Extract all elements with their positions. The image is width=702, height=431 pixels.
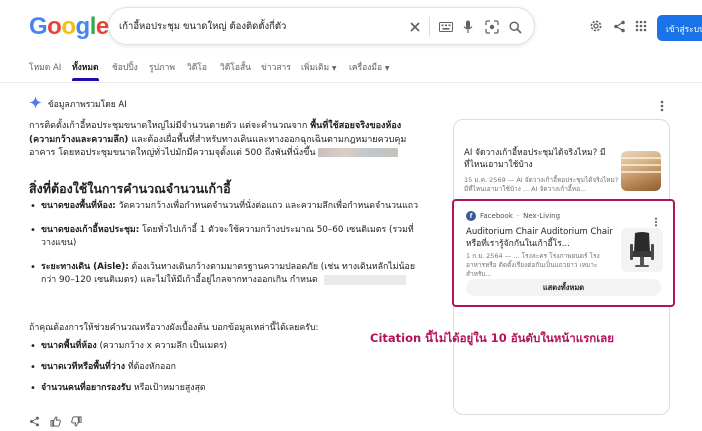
caret-down-icon: ▼ <box>331 65 337 72</box>
citation-thumbnail[interactable] <box>621 151 661 191</box>
tab-all[interactable]: ทั้งหมด <box>72 60 98 74</box>
list-item: ขนาดเวทีหรือพื้นที่ว่าง ที่ต้องหักออก <box>29 361 421 374</box>
tab-more[interactable]: เพิ่มเติม ▼ <box>301 60 336 74</box>
settings-gear-icon[interactable] <box>588 18 604 34</box>
citation-title[interactable]: AI จัดวางเก้าอี้หอประชุมได้จริงไหม? มีที… <box>464 148 622 171</box>
citation-snippet: 15 ม.ค. 2569 — AI จัดวางเก้าอี้หอประชุมไ… <box>464 176 619 193</box>
highlighted-citation-card[interactable]: f Facebook · Nex-Living Auditorium Chair… <box>452 199 675 307</box>
microphone-icon[interactable] <box>463 19 473 35</box>
tab-short-videos[interactable]: วิดีโอสั้น <box>220 60 251 74</box>
active-tab-indicator <box>72 78 99 81</box>
list-item-desc: วัดความกว้างเพื่อกำหนดจำนวนที่นั่งต่อแถว… <box>115 201 419 211</box>
facebook-icon: f <box>466 211 476 221</box>
list-item: ระยะทางเดิน (Aisle): ต้องเว้นทางเดินกว้า… <box>29 261 421 287</box>
tab-tools[interactable]: เครื่องมือ ▼ <box>349 60 389 74</box>
follow-up-intro: ถ้าคุณต้องการให้ช่วยคำนวณหรือวางผังเบื้อ… <box>29 323 319 333</box>
auditorium-chair-image[interactable] <box>621 228 663 272</box>
logo-letter: o <box>47 13 62 40</box>
citation-card[interactable]: AI จัดวางเก้าอี้หอประชุมได้จริงไหม? มีที… <box>464 148 622 194</box>
blurred-citation-chip <box>318 148 399 157</box>
tab-videos[interactable]: วิดีโอ <box>187 60 207 74</box>
ai-overview-label: ข้อมูลภาพรวมโดย AI <box>48 100 127 110</box>
list-item-desc: ที่ต้องหักออก <box>125 362 176 372</box>
list-item-desc: (ความกว้าง x ความลึก เป็นเมตร) <box>96 341 228 351</box>
list-item-term: ขนาดพื้นที่ห้อง <box>41 341 97 351</box>
tabs-divider <box>0 82 702 83</box>
list-item-term: ระยะทางเดิน (Aisle): <box>41 262 129 272</box>
caret-down-icon: ▼ <box>384 65 390 72</box>
list-item: ขนาดของเก้าอี้หอประชุม: โดยทั่วไปเก้าอี้… <box>29 224 421 250</box>
lens-camera-icon[interactable] <box>485 19 499 35</box>
logo-letter: G <box>29 13 48 40</box>
ai-sparkle-icon <box>29 96 42 112</box>
tab-more-label: เพิ่มเติม <box>301 63 330 73</box>
feedback-bar <box>29 412 82 431</box>
search-bar[interactable]: เก้าอี้หอประชุม ขนาดใหญ่ ต้องติดตั้งกี่ต… <box>108 7 535 45</box>
logo-letter: e <box>95 13 109 40</box>
list-item-term: จำนวนคนที่อยากรองรับ <box>41 383 132 393</box>
list-item-desc: หรือเป้าหมายสูงสุด <box>131 383 206 393</box>
annotation-overlay: Citation นี้ไม่ได้อยู่ใน 10 อันดับในหน้า… <box>370 331 614 345</box>
citation-author: Nex-Living <box>523 212 561 220</box>
share-icon[interactable] <box>29 412 40 431</box>
intro-text: การติดตั้งเก้าอี้หอประชุมขนาดใหญ่ไม่มีจำ… <box>29 121 311 131</box>
apps-grid-icon[interactable] <box>633 18 649 34</box>
thumbs-up-icon[interactable] <box>50 412 61 431</box>
thumbs-down-icon[interactable] <box>71 412 82 431</box>
search-input[interactable]: เก้าอี้หอประชุม ขนาดใหญ่ ต้องติดตั้งกี่ต… <box>119 19 286 34</box>
search-icon[interactable] <box>509 19 522 35</box>
needs-list: ขนาดพื้นที่ห้อง (ความกว้าง x ความลึก เป็… <box>29 340 421 395</box>
blurred-citation-chip <box>323 274 406 285</box>
keyboard-icon[interactable] <box>439 19 453 35</box>
signin-button[interactable]: เข้าสู่ระบบ <box>657 15 702 41</box>
list-item: ขนาดพื้นที่ห้อง (ความกว้าง x ความลึก เป็… <box>29 340 421 353</box>
list-item-term: ขนาดของพื้นที่ห้อง: <box>41 201 116 211</box>
logo-letter: o <box>61 13 76 40</box>
ai-overview-header: ข้อมูลภาพรวมโดย AI <box>29 96 127 112</box>
ai-overview-intro: การติดตั้งเก้าอี้หอประชุมขนาดใหญ่ไม่มีจำ… <box>29 120 421 161</box>
citation-title[interactable]: Auditorium Chair Auditorium Chair หรือที… <box>466 227 616 250</box>
google-logo[interactable]: Google <box>29 13 109 41</box>
tab-shopping[interactable]: ช้อปปิ้ง <box>112 60 138 74</box>
tab-ai-mode[interactable]: โหมด AI <box>29 60 61 74</box>
logo-letter: g <box>75 13 91 40</box>
factor-list: ขนาดของพื้นที่ห้อง: วัดความกว้างเพื่อกำห… <box>29 200 421 287</box>
citation-snippet: 1 ก.ย. 2564 — ... โรงละคร โรงภาพยนตร์ โร… <box>466 252 600 278</box>
list-item: จำนวนคนที่อยากรองรับ หรือเป้าหมายสูงสุด <box>29 382 421 395</box>
list-item-term: ขนาดเวทีหรือพื้นที่ว่าง <box>41 362 126 372</box>
list-item-term: ขนาดของเก้าอี้หอประชุม: <box>41 225 140 235</box>
search-tabs: โหมด AI ทั้งหมด ช้อปปิ้ง รูปภาพ วิดีโอ ว… <box>0 56 702 82</box>
section-heading: สิ่งที่ต้องใช้ในการคำนวณจำนวนเก้าอี้ <box>29 181 231 196</box>
clear-icon[interactable] <box>409 19 421 35</box>
share-icon[interactable] <box>611 18 627 34</box>
show-all-button[interactable]: แสดงทั้งหมด <box>466 279 661 296</box>
citation-source: Facebook <box>480 212 513 220</box>
citation-source-row: f Facebook · Nex-Living <box>466 211 560 221</box>
tab-tools-label: เครื่องมือ <box>349 63 383 73</box>
tab-images[interactable]: รูปภาพ <box>149 60 175 74</box>
more-options-icon[interactable] <box>660 97 664 116</box>
tab-news[interactable]: ข่าวสาร <box>261 60 291 74</box>
list-item: ขนาดของพื้นที่ห้อง: วัดความกว้างเพื่อกำห… <box>29 200 421 213</box>
search-divider <box>429 17 430 37</box>
separator-dot: · <box>516 212 520 220</box>
